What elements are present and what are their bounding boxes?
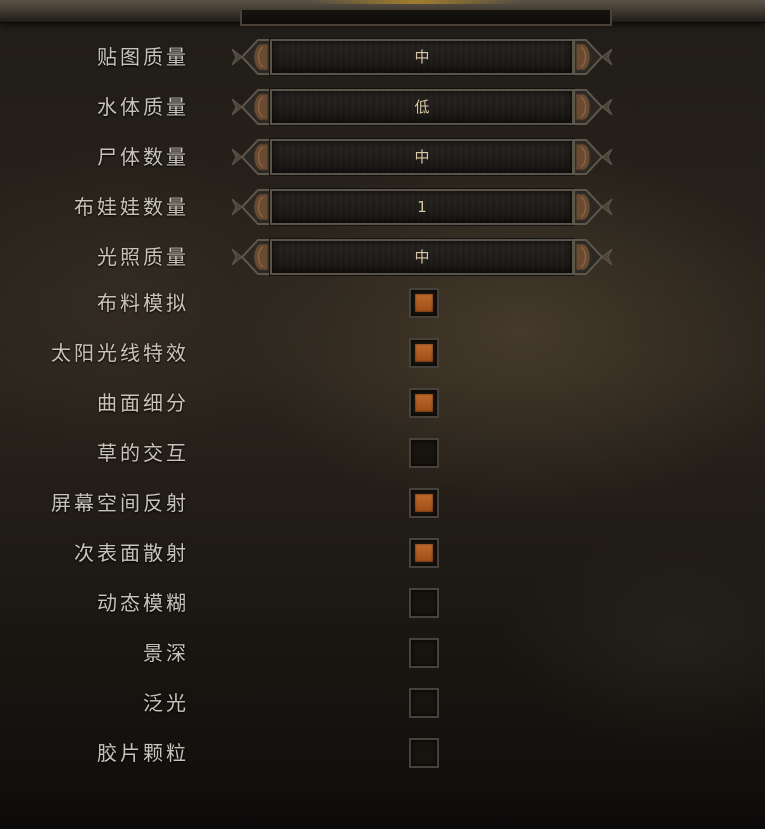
setting-label: 草的交互 — [97, 441, 189, 465]
checkbox-fill — [415, 494, 433, 512]
arrow-right-icon[interactable] — [573, 38, 614, 76]
checkbox-fill — [415, 544, 433, 562]
setting-row-water-quality: 水体质量 低 — [0, 87, 765, 127]
arrow-right-icon[interactable] — [573, 138, 614, 176]
selector-value: 1 — [417, 198, 427, 216]
option-selector: 中 — [230, 238, 614, 276]
selector-value: 中 — [414, 148, 430, 166]
arrow-left-icon[interactable] — [230, 88, 271, 126]
setting-row-texture-quality: 贴图质量 中 — [0, 37, 765, 77]
arrow-left-icon[interactable] — [230, 238, 271, 276]
setting-row-tessellation: 曲面细分 — [0, 383, 765, 423]
selector-value: 中 — [414, 48, 430, 66]
previous-row-selector-edge — [240, 10, 612, 26]
setting-label: 次表面散射 — [74, 541, 189, 565]
arrow-right-icon[interactable] — [573, 88, 614, 126]
checkbox-fill — [415, 394, 433, 412]
option-selector: 低 — [230, 88, 614, 126]
setting-label: 曲面细分 — [97, 391, 189, 415]
setting-label: 太阳光线特效 — [51, 341, 189, 365]
setting-label: 屏幕空间反射 — [51, 491, 189, 515]
setting-row-screen-space-reflections: 屏幕空间反射 — [0, 483, 765, 523]
toggle-checkbox[interactable] — [409, 538, 439, 568]
setting-label: 泛光 — [143, 691, 189, 715]
setting-row-lighting-quality: 光照质量 中 — [0, 237, 765, 277]
setting-label: 水体质量 — [97, 95, 189, 119]
toggle-checkbox[interactable] — [409, 338, 439, 368]
option-selector: 中 — [230, 38, 614, 76]
selector-value-box[interactable]: 1 — [269, 188, 575, 226]
selector-value-box[interactable]: 中 — [269, 238, 575, 276]
arrow-left-icon[interactable] — [230, 138, 271, 176]
option-selector: 1 — [230, 188, 614, 226]
checkbox-fill — [415, 344, 433, 362]
top-frame-bar — [0, 0, 765, 26]
selector-value-box[interactable]: 低 — [269, 88, 575, 126]
setting-row-film-grain: 胶片颗粒 — [0, 733, 765, 773]
setting-row-grass-interaction: 草的交互 — [0, 433, 765, 473]
option-selector: 中 — [230, 138, 614, 176]
setting-label: 布娃娃数量 — [74, 195, 189, 219]
toggle-checkbox[interactable] — [409, 688, 439, 718]
arrow-left-icon[interactable] — [230, 38, 271, 76]
setting-label: 布料模拟 — [97, 291, 189, 315]
toggle-checkbox[interactable] — [409, 638, 439, 668]
toggle-checkbox[interactable] — [409, 588, 439, 618]
setting-label: 动态模糊 — [97, 591, 189, 615]
toggle-checkbox[interactable] — [409, 388, 439, 418]
selector-value-box[interactable]: 中 — [269, 138, 575, 176]
setting-row-corpse-count: 尸体数量 中 — [0, 137, 765, 177]
toggle-checkbox[interactable] — [409, 438, 439, 468]
setting-label: 贴图质量 — [97, 45, 189, 69]
setting-row-cloth-simulation: 布料模拟 — [0, 283, 765, 323]
selector-value: 低 — [414, 98, 430, 116]
setting-row-ragdoll-count: 布娃娃数量 1 — [0, 187, 765, 227]
setting-row-depth-of-field: 景深 — [0, 633, 765, 673]
arrow-left-icon[interactable] — [230, 188, 271, 226]
setting-label: 尸体数量 — [97, 145, 189, 169]
setting-row-subsurface-scattering: 次表面散射 — [0, 533, 765, 573]
setting-label: 景深 — [143, 641, 189, 665]
toggle-checkbox[interactable] — [409, 488, 439, 518]
setting-row-bloom: 泛光 — [0, 683, 765, 723]
toggle-checkbox[interactable] — [409, 738, 439, 768]
bottom-fade — [0, 790, 765, 829]
arrow-right-icon[interactable] — [573, 188, 614, 226]
setting-label: 光照质量 — [97, 245, 189, 269]
selector-value-box[interactable]: 中 — [269, 38, 575, 76]
arrow-right-icon[interactable] — [573, 238, 614, 276]
setting-label: 胶片颗粒 — [97, 741, 189, 765]
top-frame-ornament — [310, 0, 520, 4]
selector-value: 中 — [414, 248, 430, 266]
setting-row-sun-rays: 太阳光线特效 — [0, 333, 765, 373]
setting-row-motion-blur: 动态模糊 — [0, 583, 765, 623]
toggle-checkbox[interactable] — [409, 288, 439, 318]
checkbox-fill — [415, 294, 433, 312]
